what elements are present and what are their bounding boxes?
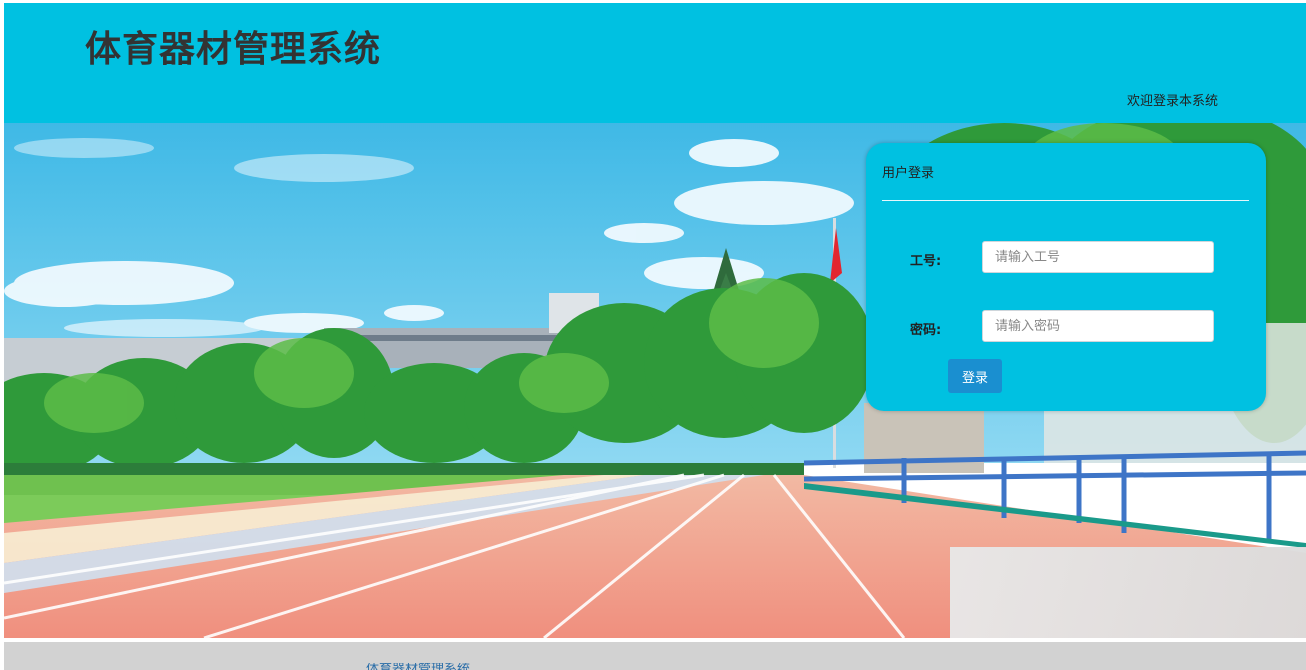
employee-id-input[interactable]: [982, 241, 1214, 273]
welcome-text: 欢迎登录本系统: [1127, 94, 1219, 109]
login-panel-title: 用户登录: [882, 166, 935, 181]
footer-text: 体育器材管理系统: [366, 663, 470, 670]
password-label: 密码:: [910, 323, 942, 338]
password-input[interactable]: [982, 310, 1214, 342]
employee-id-label: 工号:: [910, 254, 942, 269]
login-panel-divider: [882, 200, 1249, 201]
page-title: 体育器材管理系统: [85, 29, 382, 70]
login-button[interactable]: 登录: [948, 359, 1002, 393]
footer-bar: [4, 642, 1306, 670]
login-panel: 用户登录 工号: 密码: 登录: [866, 143, 1266, 411]
loading-overlay: [950, 547, 1306, 638]
header-bar: 体育器材管理系统 欢迎登录本系统: [4, 3, 1306, 123]
